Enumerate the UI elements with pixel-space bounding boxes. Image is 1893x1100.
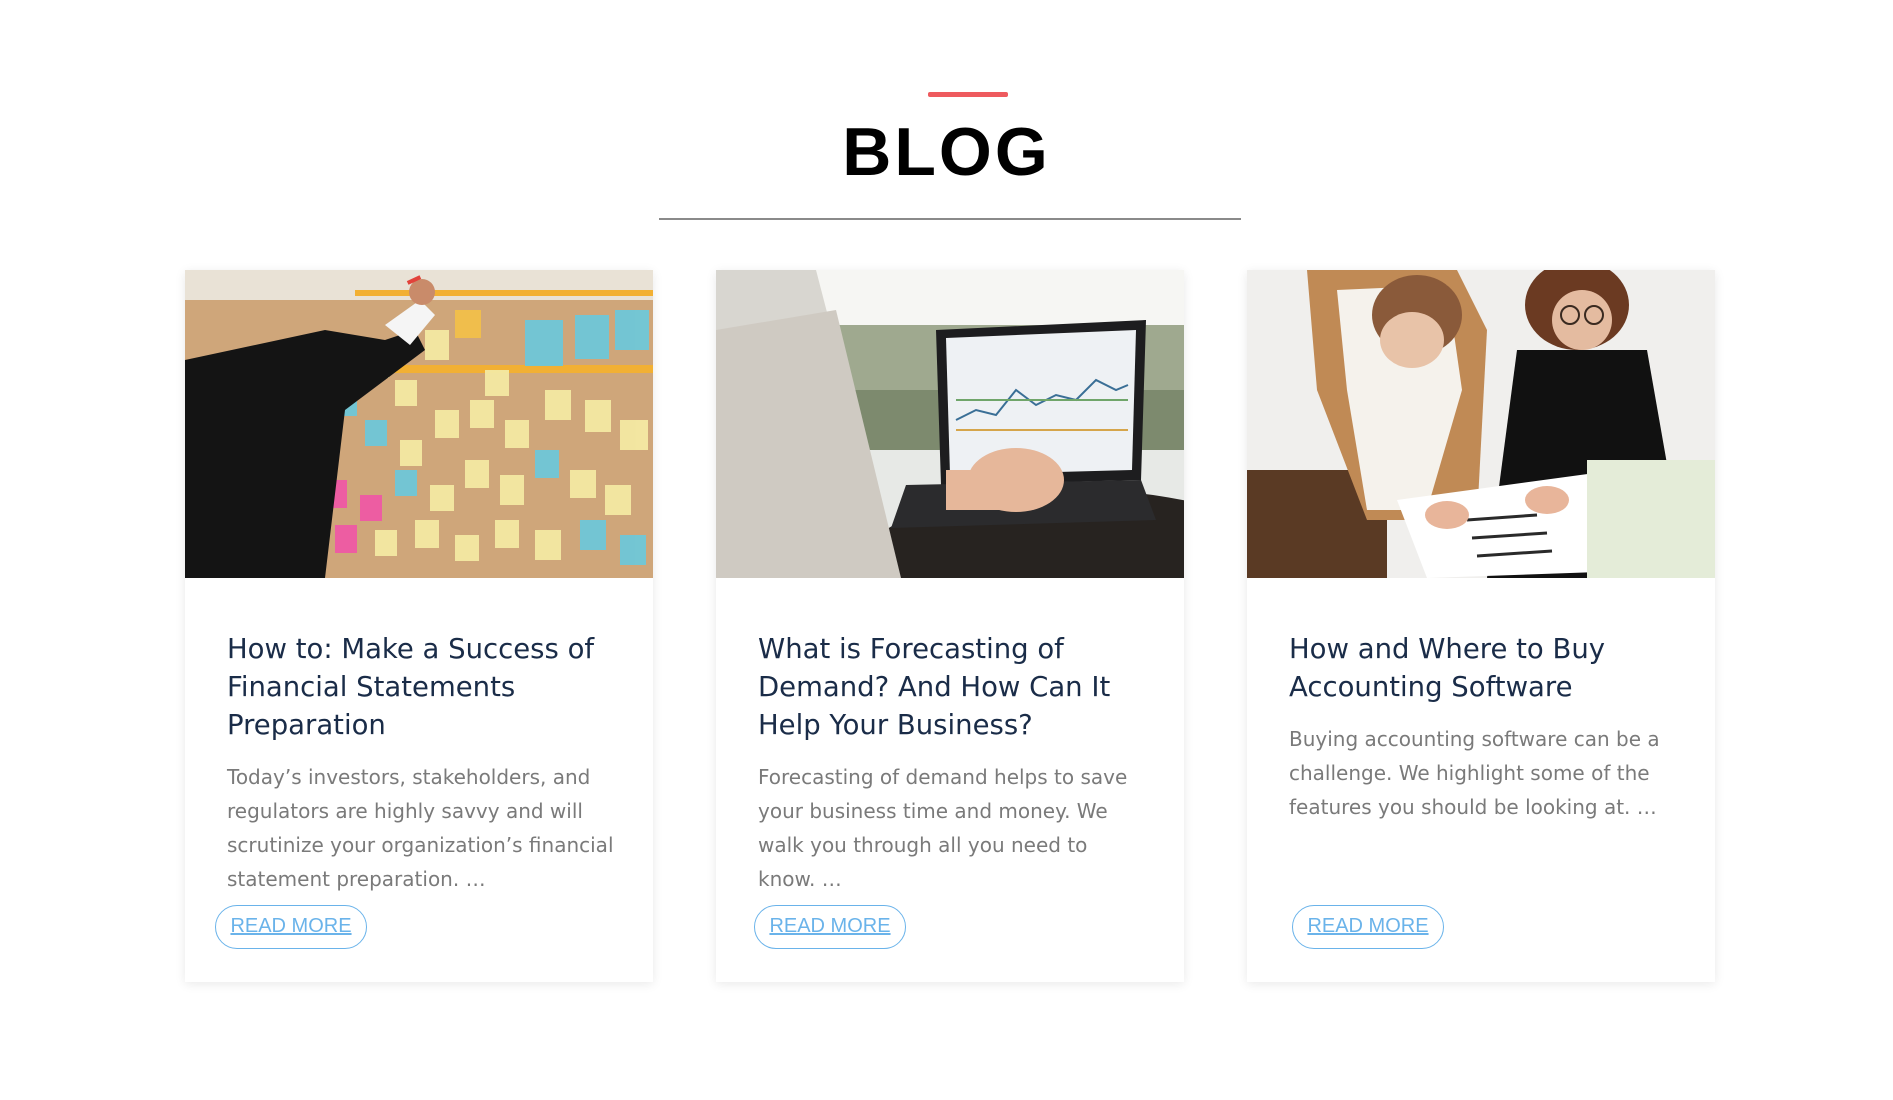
post-title[interactable]: What is Forecasting of Demand? And How C… [758,630,1158,744]
post-title[interactable]: How and Where to Buy Accounting Software [1289,630,1689,706]
read-more-button[interactable]: READ MORE [1292,905,1444,949]
blog-card: How and Where to Buy Accounting Software… [1247,270,1715,982]
post-excerpt: Today’s investors, stakeholders, and reg… [227,765,614,891]
read-more-button[interactable]: READ MORE [754,905,906,949]
post-excerpt: Buying accounting software can be a chal… [1289,727,1660,819]
read-more-button[interactable]: READ MORE [215,905,367,949]
post-image[interactable] [185,270,653,578]
title-divider [659,218,1241,220]
post-image[interactable] [1247,270,1715,578]
title-accent-line [928,92,1008,97]
blog-card: How to: Make a Success of Financial Stat… [185,270,653,982]
post-excerpt: Forecasting of demand helps to save your… [758,765,1128,891]
blog-card: What is Forecasting of Demand? And How C… [716,270,1184,982]
section-title: BLOG [842,114,1051,190]
post-title[interactable]: How to: Make a Success of Financial Stat… [227,630,627,744]
post-image[interactable] [716,270,1184,578]
